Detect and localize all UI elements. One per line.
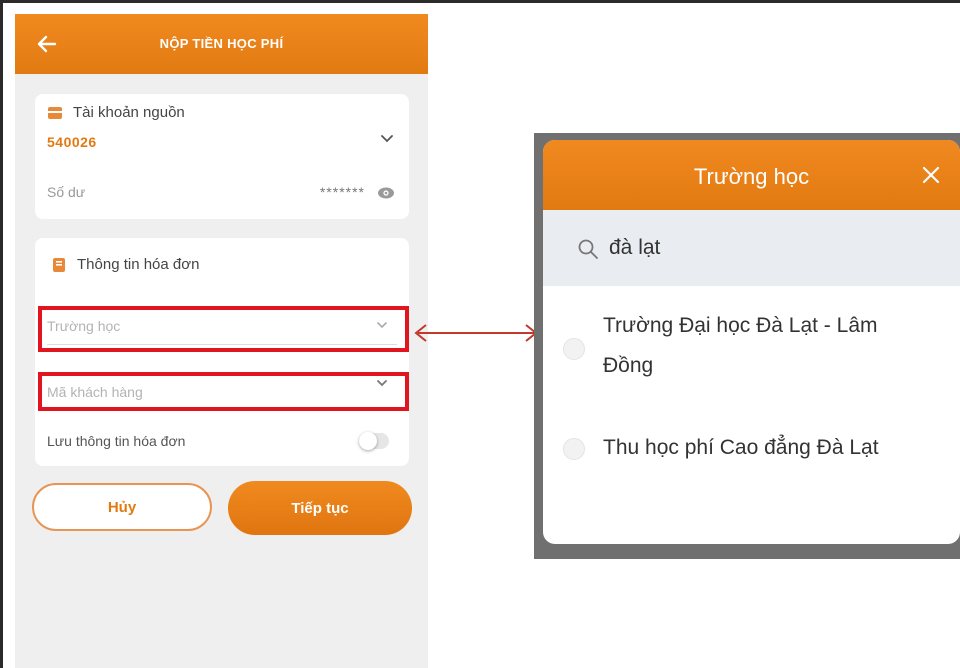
dialog-title: Trường học xyxy=(693,164,810,189)
list-item-label-line2: Đồng xyxy=(603,354,654,377)
balance-label: Số dư xyxy=(47,184,86,200)
school-field-highlight xyxy=(38,306,409,352)
invoice-info-label: Thông tin hóa đơn xyxy=(77,256,200,273)
cancel-button[interactable]: Hủy xyxy=(32,483,212,531)
list-item-label: Trường Đại học Đà Lạt - Lâm Đồng xyxy=(603,306,933,386)
double-arrow-icon xyxy=(414,324,538,342)
page-title: NỘP TIỀN HỌC PHÍ xyxy=(159,36,284,51)
eye-icon[interactable] xyxy=(377,186,395,200)
dialog-header: Trường học xyxy=(543,140,960,210)
screenshot-frame-top xyxy=(0,0,960,3)
save-invoice-label: Lưu thông tin hóa đơn xyxy=(47,433,186,449)
source-account-card: Tài khoản nguồn 540026 Số dư ******* xyxy=(35,94,409,219)
toggle-knob xyxy=(359,432,377,450)
list-item-label-line1: Trường Đại học Đà Lạt - Lâm xyxy=(603,314,878,337)
search-input[interactable] xyxy=(609,230,929,266)
list-item[interactable]: Trường Đại học Đà Lạt - Lâm Đồng xyxy=(563,306,953,396)
list-item[interactable]: Thu học phí Cao đẳng Đà Lạt xyxy=(563,426,953,474)
wallet-icon xyxy=(48,106,62,119)
list-item-label: Thu học phí Cao đẳng Đà Lạt xyxy=(603,436,879,459)
radio-button[interactable] xyxy=(563,438,585,460)
screenshot-frame-left xyxy=(0,0,3,668)
continue-button[interactable]: Tiếp tục xyxy=(228,481,412,535)
app-header: NỘP TIỀN HỌC PHÍ xyxy=(15,14,428,74)
radio-button[interactable] xyxy=(563,338,585,360)
account-number: 540026 xyxy=(47,134,97,150)
balance-value: ******* xyxy=(319,184,365,200)
invoice-icon xyxy=(53,257,65,272)
school-picker-dialog: Trường học Trường Đại học Đà Lạt - Lâm Đ… xyxy=(543,140,960,544)
save-invoice-row: Lưu thông tin hóa đơn xyxy=(47,430,397,454)
search-icon xyxy=(578,239,598,259)
source-account-heading: Tài khoản nguồn xyxy=(47,104,185,121)
invoice-info-card: Thông tin hóa đơn Trường học Mã khách hà… xyxy=(35,238,409,466)
customer-code-highlight xyxy=(38,372,409,411)
chevron-down-icon[interactable] xyxy=(379,130,395,146)
search-bar xyxy=(543,210,960,286)
invoice-info-heading: Thông tin hóa đơn xyxy=(51,256,199,273)
close-icon[interactable] xyxy=(920,164,942,186)
save-invoice-toggle[interactable] xyxy=(359,432,389,450)
source-account-label: Tài khoản nguồn xyxy=(73,104,185,121)
